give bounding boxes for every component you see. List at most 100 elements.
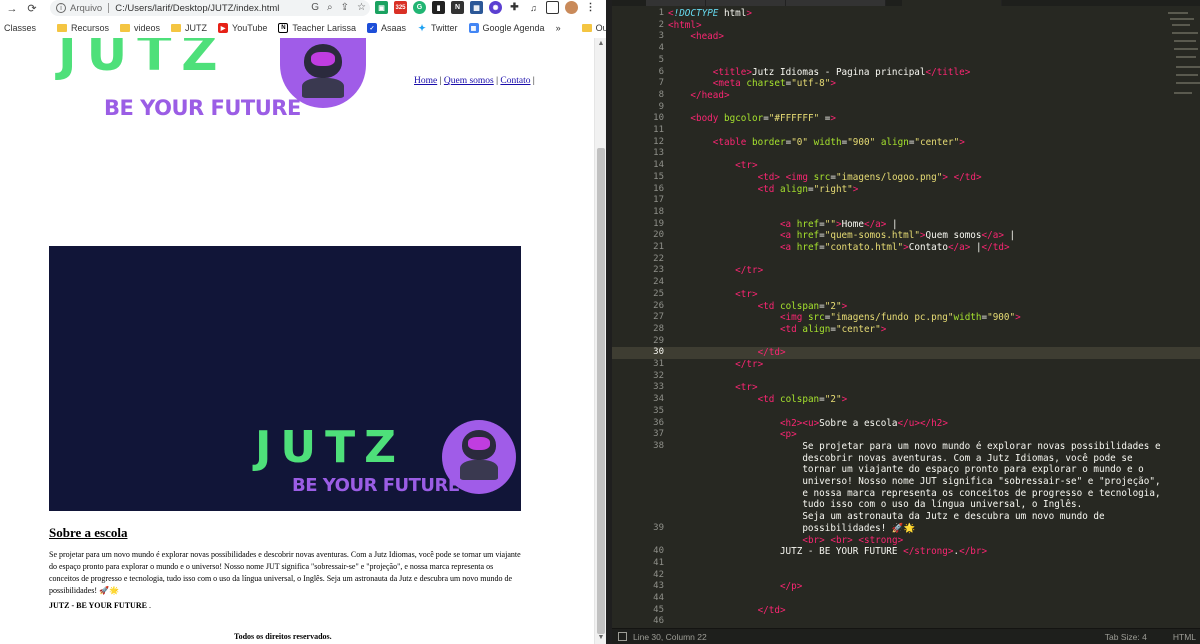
code-line[interactable]: </p> [668,581,802,593]
editor-tab[interactable] [786,0,886,6]
code-line[interactable]: universo! Nosso nome JUT significa "sobr… [668,476,1160,488]
code-line[interactable]: <tr> [668,382,757,394]
code-line[interactable]: <td colspan="2"> [668,394,848,406]
bookmark-label: JUTZ [185,23,208,33]
nav-contato-link[interactable]: Contato [500,76,530,86]
code-line[interactable]: possibilidades! 🚀🌟 [668,523,915,535]
code-line[interactable]: Se projetar para um novo mundo é explora… [668,441,1160,453]
extension-gear-icon[interactable]: ✺ [489,1,502,14]
site-info-icon[interactable]: i [56,3,66,13]
code-line[interactable]: descobrir novas aventuras. Com a Jutz Id… [668,453,1132,465]
profile-avatar[interactable] [565,1,578,14]
page-viewport: JUTZ BE YOUR FUTURE Home | Quem somos | … [0,38,594,644]
grammarly-icon[interactable]: G [413,1,426,14]
code-line[interactable]: </head> [668,90,729,102]
editor-tab[interactable] [646,0,706,6]
minimap[interactable] [1164,8,1200,104]
code-line[interactable]: <body bgcolor="#FFFFFF" => [668,113,836,125]
minimap-line [1174,48,1198,50]
extension-dark-icon[interactable]: ▮ [432,1,445,14]
page-scrollbar[interactable]: ▲ ▼ [594,38,606,644]
code-line[interactable]: <!DOCTYPE html> [668,8,752,20]
code-line[interactable]: </td> [668,347,786,359]
bookmark-google-agenda[interactable]: ▦ Google Agenda [468,23,545,33]
editor-tab-active[interactable] [902,0,1002,6]
folder-icon [57,24,68,32]
extensions-puzzle-icon[interactable]: ✚ [508,1,521,14]
forward-icon[interactable]: → [4,1,20,17]
scroll-down-icon[interactable]: ▼ [597,634,605,642]
nav-quem-somos-link[interactable]: Quem somos [444,76,494,86]
code-line[interactable]: <td colspan="2"> [668,301,848,313]
code-line[interactable]: <table border="0" width="900" align="cen… [668,137,965,149]
code-line[interactable]: </td> [668,605,786,617]
media-icon[interactable]: ♫ [527,1,540,14]
extension-blue-icon[interactable]: ▦ [470,1,483,14]
code-line[interactable]: tudo isso com o uso da língua universal,… [668,499,1082,511]
side-panel-icon[interactable] [546,1,559,14]
bookmark-twitter[interactable]: ✦ Twitter [416,23,458,33]
code-line[interactable]: <td align="center"> [668,324,886,336]
code-line[interactable]: <p> [668,429,797,441]
code-line[interactable]: JUTZ - BE YOUR FUTURE </strong>.</br> [668,546,987,558]
address-bar[interactable]: i Arquivo C:/Users/larif/Desktop/JUTZ/in… [50,0,370,16]
extensions-bar: ▣ 325 G ▮ N ▦ ✺ ✚ ♫ ⋮ [375,1,597,14]
gmail-badge-icon[interactable]: 325 [394,1,407,14]
status-syntax[interactable]: HTML [1173,632,1196,642]
bookmark-classes[interactable]: Classes [4,23,36,33]
code-line[interactable]: <a href="">Home</a> | [668,219,898,231]
about-heading: Sobre a escola [49,525,128,540]
nav-home-link[interactable]: Home [414,76,437,86]
bookmark-recursos[interactable]: Recursos [57,23,109,33]
reload-icon[interactable]: ⟳ [24,1,40,17]
bookmark-youtube[interactable]: ▶ YouTube [218,23,267,33]
code-line[interactable]: </tr> [668,359,763,371]
status-tab-size[interactable]: Tab Size: 4 [1105,632,1147,642]
footer-rights: Todos os direitos reservados. [234,632,332,641]
code-line[interactable]: Seja um astronauta da Jutz e descubra um… [668,511,1104,523]
panel-toggle-icon[interactable] [618,632,627,641]
astronaut-body-icon [302,78,344,98]
menu-kebab-icon[interactable]: ⋮ [584,1,597,14]
code-line[interactable]: <a href="contato.html">Contato</a> |</td… [668,242,1010,254]
bookmark-jutz[interactable]: JUTZ [171,23,207,33]
editor-tab[interactable] [706,0,786,6]
code-line[interactable]: <td> <img src="imagens/logoo.png"> </td> [668,172,982,184]
scrollbar-thumb[interactable] [597,148,605,634]
bookmark-star-icon[interactable]: ☆ [357,2,366,13]
bookmark-outros-favoritos[interactable]: Outros favoritos [581,23,606,33]
code-line[interactable]: e nossa marca representa os conceitos de… [668,488,1160,500]
code-line[interactable]: <br> <br> <strong> [668,535,903,547]
bookmark-asaas[interactable]: ✓ Asaas [366,23,406,33]
share-icon[interactable]: ⇪ [341,2,349,13]
line-number: 34 [653,394,664,405]
code-line[interactable]: tornar um viajante do espaço pronto para… [668,464,1143,476]
line-number: 43 [653,581,664,592]
code-line[interactable]: <head> [668,31,724,43]
line-number: 14 [653,160,664,171]
code-area[interactable]: <!DOCTYPE html> <html> <head> <title>Jutz… [668,8,1168,628]
code-line[interactable]: <tr> [668,160,757,172]
address-text[interactable]: C:/Users/larif/Desktop/JUTZ/index.html [115,3,279,14]
code-line[interactable]: <img src="imagens/fundo pc.png"width="90… [668,312,1021,324]
bookmark-label: Google Agenda [482,23,545,33]
code-line[interactable]: <tr> [668,289,757,301]
scroll-up-icon[interactable]: ▲ [597,40,605,48]
code-line[interactable]: <title>Jutz Idiomas - Pagina principal</… [668,67,971,79]
bookmarks-overflow-button[interactable]: » [556,23,561,33]
google-lens-icon[interactable]: G [311,2,319,13]
code-line[interactable]: <html> [668,20,702,32]
code-line[interactable]: <h2><u>Sobre a escola</u></h2> [668,418,948,430]
browser-window: → ⟳ i Arquivo C:/Users/larif/Desktop/JUT… [0,0,606,644]
notion-icon[interactable]: N [451,1,464,14]
bookmark-teacher-larissa[interactable]: N Teacher Larissa [278,23,356,33]
visor-icon [468,437,490,450]
code-line[interactable]: <a href="quem-somos.html">Quem somos</a>… [668,230,1015,242]
zoom-icon[interactable]: ⌕ [327,2,333,13]
editor-tab-bar [612,0,1200,6]
code-line[interactable]: <td align="right"> [668,184,859,196]
bookmark-videos[interactable]: videos [120,23,160,33]
code-line[interactable]: <meta charset="utf-8"> [668,78,836,90]
extension-green-icon[interactable]: ▣ [375,1,388,14]
code-line[interactable]: </tr> [668,265,763,277]
